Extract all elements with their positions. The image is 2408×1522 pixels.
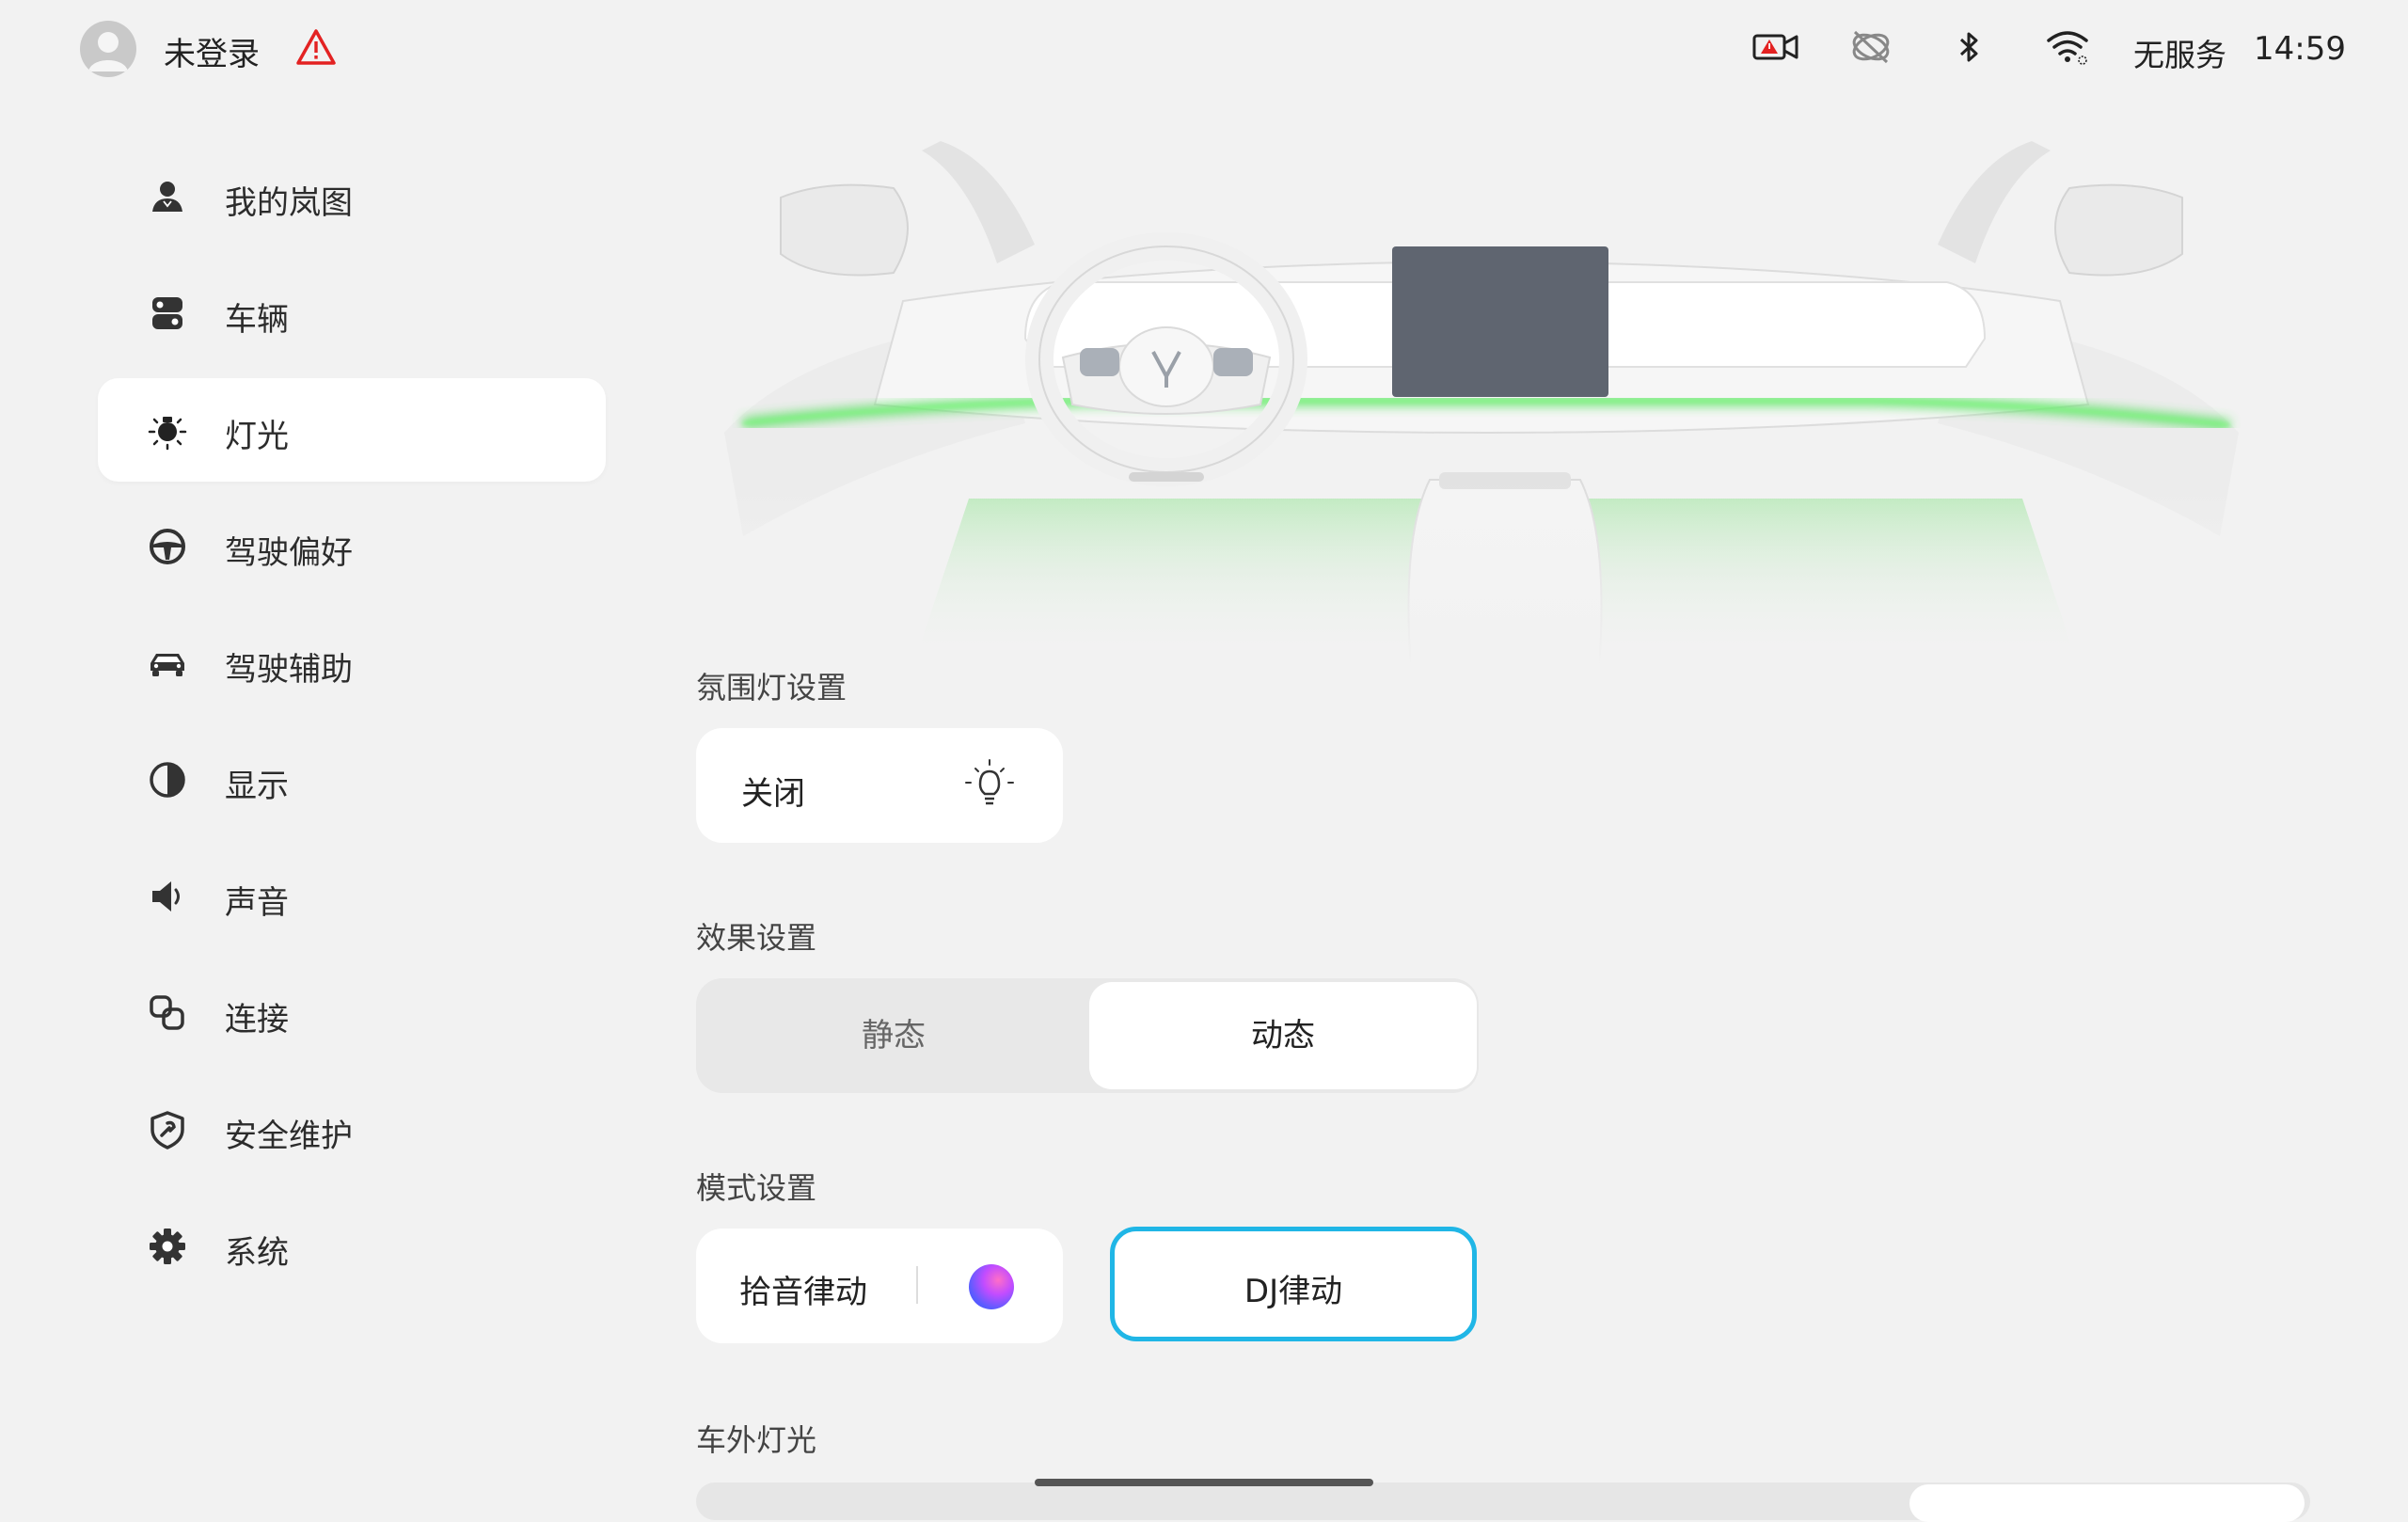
profile-icon [152,182,182,212]
sidebar-item-label: 系统 [225,1234,289,1272]
sidebar-item-label: 显示 [225,768,289,805]
avatar[interactable] [80,21,136,77]
warning-icon[interactable] [295,28,337,70]
connect-icon [150,995,184,1030]
home-indicator[interactable] [1035,1479,1373,1486]
sidebar-item-label: 车辆 [225,301,289,339]
mode-option-label: 拾音律动 [739,1274,867,1311]
sidebar-item-display[interactable]: 显示 [98,728,606,832]
dashcam-alert-icon[interactable] [1751,28,1800,70]
sound-icon [152,881,180,912]
clock: 14:59 [2254,30,2346,68]
sidebar-item-lights[interactable]: 灯光 [98,378,606,482]
divider [916,1266,918,1304]
mode-option-label: DJ律动 [1244,1273,1343,1310]
sidebar-item-sound[interactable]: 声音 [98,845,606,948]
effect-segmented-control: 静态 动态 [696,978,1479,1093]
sidebar-item-label: 驾驶偏好 [225,534,353,572]
sidebar-item-vehicle[interactable]: 车辆 [98,262,606,365]
effect-settings-title: 效果设置 [696,920,817,956]
gear-icon [150,1229,185,1264]
sidebar-item-system[interactable]: 系统 [98,1195,606,1298]
sidebar-item-label: 声音 [225,884,289,922]
sidebar-item-driving-preference[interactable]: 驾驶偏好 [98,495,606,598]
login-status-label[interactable]: 未登录 [164,28,260,74]
bluetooth-icon[interactable] [1951,28,1988,70]
sidebar-item-label: 连接 [225,1001,289,1038]
car-interior-illustration [687,122,2276,669]
service-status: 无服务 [2133,37,2226,73]
bulb-icon [965,759,1014,805]
mode-dj-option[interactable]: DJ律动 [1110,1227,1477,1341]
sidebar-item-connect[interactable]: 连接 [98,961,606,1065]
effect-static-option[interactable]: 静态 [700,982,1087,1089]
network-off-icon[interactable] [1849,28,1893,70]
shield-icon [150,1111,184,1149]
effect-dynamic-option[interactable]: 动态 [1089,982,1477,1089]
ambient-light-title: 氛围灯设置 [696,670,848,706]
color-picker-swatch[interactable] [969,1264,1014,1309]
sidebar-item-safety[interactable]: 安全维护 [98,1078,606,1181]
exterior-lights-selected-segment[interactable] [1909,1484,2305,1522]
wifi-icon[interactable] [2045,28,2090,70]
exterior-lights-title: 车外灯光 [696,1422,817,1458]
ambient-light-toggle[interactable]: 关闭 [696,728,1063,843]
display-icon [150,762,185,798]
sidebar-item-label: 驾驶辅助 [225,651,353,689]
mode-settings-title: 模式设置 [696,1170,817,1206]
sidebar-item-label: 安全维护 [225,1118,353,1155]
mode-sound-pickup-option[interactable]: 拾音律动 [696,1229,1063,1343]
sidebar-item-label: 灯光 [225,418,289,455]
sidebar-item-label: 我的岚图 [225,184,353,222]
ambient-light-state: 关闭 [741,775,805,813]
sidebar-item-my-voyah[interactable]: 我的岚图 [98,145,606,248]
steering-wheel-icon [150,529,185,564]
light-icon [148,417,187,451]
car-assist-icon [150,654,184,676]
vehicle-icon [152,297,182,329]
sidebar-item-driving-assist[interactable]: 驾驶辅助 [98,611,606,715]
